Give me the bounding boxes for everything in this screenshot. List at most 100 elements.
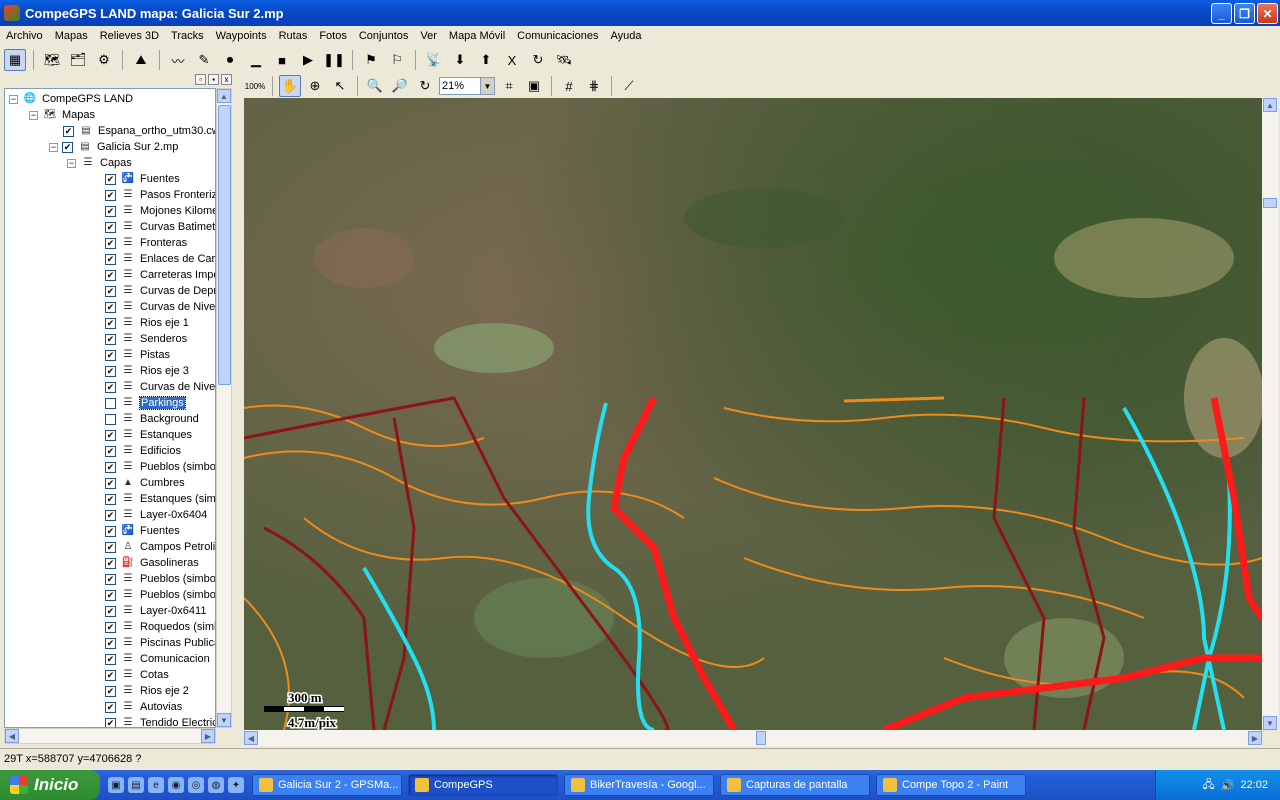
layer-checkbox[interactable]: ✔ bbox=[105, 509, 116, 521]
menu-ver[interactable]: Ver bbox=[414, 30, 443, 42]
open-track-icon[interactable]: 〰 bbox=[167, 49, 189, 71]
layer-checkbox[interactable]: ✔ bbox=[105, 253, 116, 265]
live-track-icon[interactable]: ↻ bbox=[527, 49, 549, 71]
layer-checkbox[interactable]: ✔ bbox=[105, 317, 116, 329]
layer-checkbox[interactable]: ✔ bbox=[105, 493, 116, 505]
menu-fotos[interactable]: Fotos bbox=[313, 30, 353, 42]
profile-icon[interactable]: ▁ bbox=[245, 49, 267, 71]
desktop-icon[interactable]: ▣ bbox=[108, 777, 124, 793]
tree-map-ortho[interactable]: ✔ ▤ Espana_ortho_utm30.cw bbox=[63, 123, 215, 139]
layer-item[interactable]: ✔ ☰ Pistas bbox=[105, 347, 170, 363]
layer-item[interactable]: ✔ ☰ Comunicacion bbox=[105, 651, 210, 667]
collapse-icon[interactable]: − bbox=[67, 158, 76, 168]
stop-icon[interactable]: ■ bbox=[271, 49, 293, 71]
zoom-out-icon[interactable]: 🔍 bbox=[364, 75, 386, 97]
collapse-icon[interactable]: − bbox=[29, 110, 38, 120]
layer-item[interactable]: ✔ ☰ Estanques bbox=[105, 427, 192, 443]
layer-item[interactable]: ✔ ☰ Curvas Batimetricas bbox=[105, 219, 215, 235]
map-layers-icon[interactable]: 🗂 bbox=[67, 49, 89, 71]
app-icon[interactable]: ✦ bbox=[228, 777, 244, 793]
menu-rutas[interactable]: Rutas bbox=[273, 30, 314, 42]
checkbox[interactable]: ✔ bbox=[63, 125, 74, 137]
layer-item[interactable]: ✔ ☰ Mojones Kilometricos bbox=[105, 203, 215, 219]
new-track-icon[interactable]: ✎ bbox=[193, 49, 215, 71]
layer-checkbox[interactable]: ✔ bbox=[105, 205, 116, 217]
layer-item[interactable]: ✔ ☰ Rios eje 2 bbox=[105, 683, 189, 699]
media-icon[interactable]: ◉ bbox=[168, 777, 184, 793]
zoom-in-icon[interactable]: 🔎 bbox=[389, 75, 411, 97]
menu-conjuntos[interactable]: Conjuntos bbox=[353, 30, 415, 42]
tree-view-icon[interactable]: ▦ bbox=[4, 49, 26, 71]
task-folder[interactable]: Capturas de pantalla bbox=[720, 774, 870, 796]
firefox-icon[interactable]: ◍ bbox=[208, 777, 224, 793]
record-track-icon[interactable]: ⏺ bbox=[219, 49, 241, 71]
menu-tracks[interactable]: Tracks bbox=[165, 30, 210, 42]
layer-item[interactable]: ✔ ☰ Piscinas Publicas bbox=[105, 635, 215, 651]
menu-waypoints[interactable]: Waypoints bbox=[210, 30, 273, 42]
task-gpsmapper[interactable]: Galicia Sur 2 - GPSMa... bbox=[252, 774, 402, 796]
layer-item[interactable]: ✔ ☰ Carreteras Importantes bbox=[105, 267, 215, 283]
layer-item[interactable]: ☰ Background bbox=[105, 411, 199, 427]
map-settings-icon[interactable]: ⚙ bbox=[93, 49, 115, 71]
menu-archivo[interactable]: Archivo bbox=[0, 30, 49, 42]
panel-float-icon[interactable]: ▪ bbox=[208, 74, 219, 85]
checkbox[interactable]: ✔ bbox=[62, 141, 73, 153]
export-icon[interactable]: X bbox=[501, 49, 523, 71]
layer-item[interactable]: ✔ 🚰 Fuentes bbox=[105, 171, 180, 187]
layer-item[interactable]: ✔ ♙ Campos Petroliferos bbox=[105, 539, 215, 555]
layer-item[interactable]: ✔ ▲ Cumbres bbox=[105, 475, 185, 491]
layer-checkbox[interactable]: ✔ bbox=[105, 349, 116, 361]
layer-checkbox[interactable]: ✔ bbox=[105, 605, 116, 617]
scroll-up-icon[interactable]: ▲ bbox=[217, 89, 231, 103]
network-icon[interactable]: 🖧 bbox=[1203, 776, 1215, 795]
crop-icon[interactable]: ⌗ bbox=[498, 75, 520, 97]
layer-item[interactable]: ✔ ☰ Roquedos (simbolos) bbox=[105, 619, 215, 635]
layer-checkbox[interactable]: ✔ bbox=[105, 381, 116, 393]
layer-checkbox[interactable] bbox=[105, 413, 116, 425]
task-paint[interactable]: Compe Topo 2 - Paint bbox=[876, 774, 1026, 796]
grid-icon[interactable]: # bbox=[558, 75, 580, 97]
layer-item[interactable]: ✔ ☰ Rios eje 3 bbox=[105, 363, 189, 379]
gps-send-icon[interactable]: ⬆ bbox=[475, 49, 497, 71]
layer-checkbox[interactable]: ✔ bbox=[105, 173, 116, 185]
layer-item[interactable]: ✔ ☰ Senderos bbox=[105, 331, 187, 347]
overview-icon[interactable]: ▣ bbox=[523, 75, 545, 97]
layer-item[interactable]: ✔ 🚰 Fuentes bbox=[105, 523, 180, 539]
start-button[interactable]: Inicio bbox=[0, 770, 100, 800]
layer-checkbox[interactable]: ✔ bbox=[105, 637, 116, 649]
layer-checkbox[interactable]: ✔ bbox=[105, 589, 116, 601]
tree-root[interactable]: − 🌐 CompeGPS LAND bbox=[9, 91, 133, 107]
collapse-icon[interactable]: − bbox=[49, 142, 58, 152]
select-icon[interactable]: ↖ bbox=[329, 75, 351, 97]
menu-comunicaciones[interactable]: Comunicaciones bbox=[511, 30, 604, 42]
task-chrome[interactable]: BikerTravesía - Googl... bbox=[564, 774, 714, 796]
layer-item[interactable]: ✔ ☰ Tendido Electrico bbox=[105, 715, 215, 727]
layer-checkbox[interactable]: ✔ bbox=[105, 269, 116, 281]
waypoint-icon[interactable]: ⚑ bbox=[360, 49, 382, 71]
zoom-100-button[interactable]: 100% bbox=[244, 75, 266, 97]
gps-connect-icon[interactable]: 📡 bbox=[423, 49, 445, 71]
play-icon[interactable]: ▶ bbox=[297, 49, 319, 71]
scroll-thumb[interactable] bbox=[218, 105, 231, 385]
layer-checkbox[interactable]: ✔ bbox=[105, 237, 116, 249]
volume-icon[interactable]: 🔊 bbox=[1221, 779, 1235, 792]
scroll-left-icon[interactable]: ◀ bbox=[5, 729, 19, 743]
relief-3d-icon[interactable]: ⛰ bbox=[130, 49, 152, 71]
map-vertical-scrollbar[interactable]: ▲ ▼ bbox=[1262, 98, 1278, 730]
scroll-thumb[interactable] bbox=[756, 731, 766, 745]
menu-mapas[interactable]: Mapas bbox=[49, 30, 94, 42]
menu-ayuda[interactable]: Ayuda bbox=[604, 30, 647, 42]
chevron-down-icon[interactable]: ▼ bbox=[480, 78, 494, 94]
layer-item[interactable]: ✔ ☰ Curvas de Nivel bbox=[105, 299, 215, 315]
layer-checkbox[interactable]: ✔ bbox=[105, 525, 116, 537]
ie-icon[interactable]: e bbox=[148, 777, 164, 793]
gps-receive-icon[interactable]: ⬇ bbox=[449, 49, 471, 71]
route-icon[interactable]: ⚐ bbox=[386, 49, 408, 71]
layer-item[interactable]: ✔ ☰ Curvas de Nivel bbox=[105, 379, 215, 395]
layer-checkbox[interactable]: ✔ bbox=[105, 189, 116, 201]
panel-pin-icon[interactable]: ▫ bbox=[195, 74, 206, 85]
layer-checkbox[interactable]: ✔ bbox=[105, 541, 116, 553]
scroll-down-icon[interactable]: ▼ bbox=[217, 713, 231, 727]
layer-checkbox[interactable]: ✔ bbox=[105, 461, 116, 473]
layer-checkbox[interactable]: ✔ bbox=[105, 445, 116, 457]
